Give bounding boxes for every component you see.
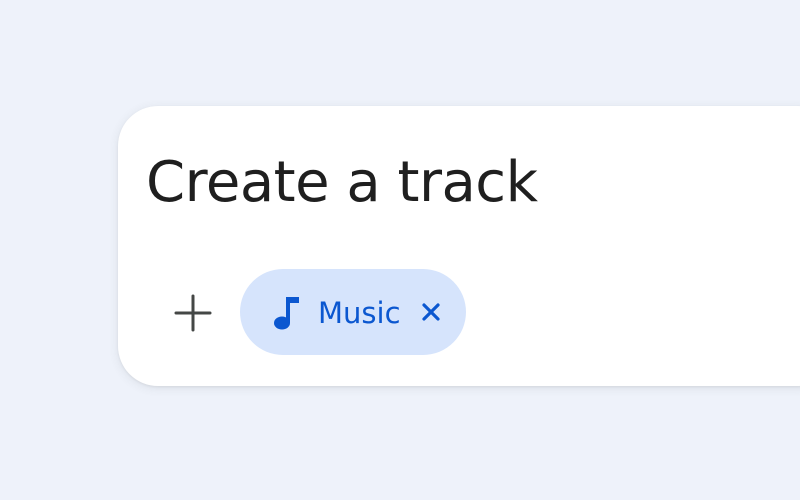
prompt-card: Create a track Music — [118, 106, 800, 386]
add-button[interactable] — [170, 290, 216, 336]
close-icon — [422, 303, 440, 321]
plus-icon — [174, 294, 212, 332]
music-chip[interactable]: Music — [240, 269, 466, 355]
chip-label: Music — [318, 296, 401, 330]
prompt-input[interactable]: Create a track — [146, 148, 538, 218]
chip-remove-button[interactable] — [420, 301, 442, 323]
music-note-icon — [274, 297, 299, 330]
